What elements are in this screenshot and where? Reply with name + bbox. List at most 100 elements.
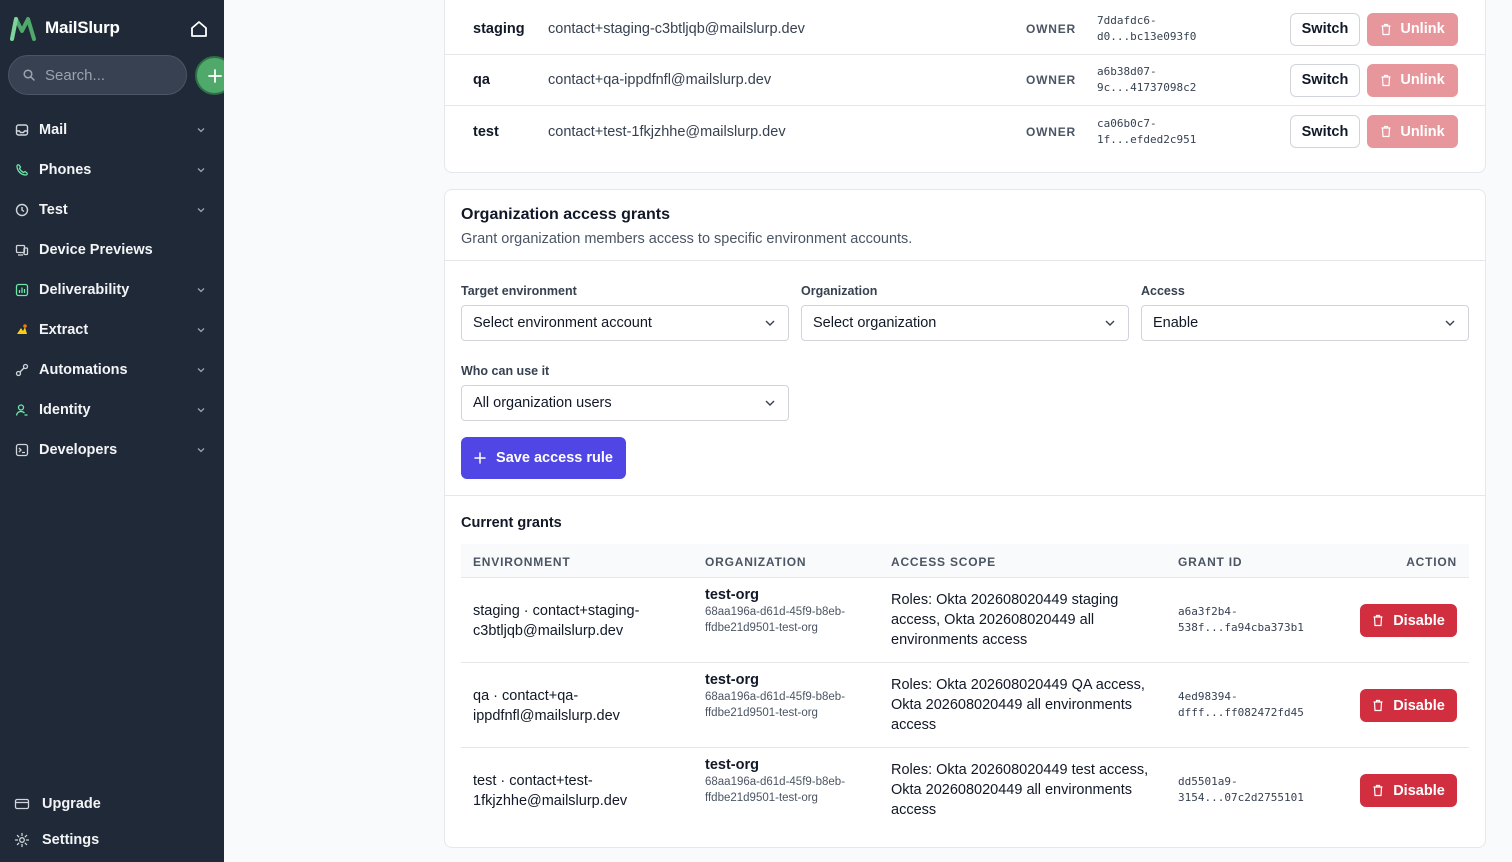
- section-title: Organization access grants: [461, 206, 670, 223]
- account-role: OWNER: [1026, 73, 1076, 87]
- app-name: MailSlurp: [45, 18, 120, 37]
- switch-button[interactable]: Switch: [1290, 115, 1360, 148]
- trash-icon: [1373, 614, 1383, 627]
- account-email: contact+test-1fkjzhhe@mailslurp.dev: [548, 123, 786, 140]
- sidebar-footer: Upgrade Settings: [0, 786, 224, 858]
- switch-button[interactable]: Switch: [1290, 63, 1360, 97]
- unlink-button[interactable]: Unlink: [1367, 63, 1458, 97]
- access-select[interactable]: Enable: [1141, 305, 1469, 341]
- user-icon: [14, 402, 30, 418]
- column-header-organization: ORGANIZATION: [705, 555, 807, 569]
- chevron-down-icon: [1445, 320, 1455, 326]
- who-can-use-label: Who can use it: [461, 364, 550, 378]
- grant-id-line1: dd5501a9-: [1178, 775, 1238, 788]
- grant-id: dd5501a9- 3154...07c2d2755101: [1178, 774, 1328, 806]
- sidebar-item-upgrade[interactable]: Upgrade: [0, 786, 224, 822]
- sidebar-item-phones[interactable]: Phones: [0, 150, 224, 190]
- chevron-down-icon: [197, 168, 205, 173]
- account-id: 7ddafdc6- d0...bc13e093f0: [1097, 13, 1217, 45]
- sidebar-item-automations[interactable]: Automations: [0, 350, 224, 390]
- org-name: test-org: [705, 672, 759, 688]
- sidebar-item-test[interactable]: Test: [0, 190, 224, 230]
- account-row: staging contact+staging-c3btljqb@mailslu…: [445, 4, 1485, 55]
- brand[interactable]: MailSlurp: [10, 14, 120, 42]
- grant-id-line2: 538f...fa94cba373b1: [1178, 621, 1304, 634]
- sidebar-item-label: Automations: [39, 362, 128, 378]
- unlink-label: Unlink: [1400, 21, 1445, 37]
- account-id-line1: a6b38d07-: [1097, 65, 1157, 78]
- account-row: qa contact+qa-ippdfnfl@mailslurp.dev OWN…: [445, 55, 1485, 106]
- grant-environment: qa · contact+qa-ippdfnfl@mailslurp.dev: [473, 688, 620, 724]
- disable-label: Disable: [1393, 612, 1445, 629]
- organization-access-grants-card: Organization access grants Grant organiz…: [444, 189, 1486, 848]
- grant-organization: test-org 68aa196a-d61d-45f9-b8eb-ffdbe21…: [705, 587, 865, 636]
- sidebar-item-label: Test: [39, 202, 68, 218]
- account-env: staging: [473, 21, 525, 37]
- disable-label: Disable: [1393, 782, 1445, 799]
- card-icon: [14, 798, 30, 810]
- grant-id: 4ed98394- dfff...ff082472fd45: [1178, 689, 1328, 721]
- account-id: a6b38d07- 9c...41737098c2: [1097, 64, 1217, 96]
- sidebar-item-label: Settings: [42, 832, 100, 848]
- sidebar-item-label: Mail: [39, 122, 68, 138]
- sidebar-item-extract[interactable]: Extract: [0, 310, 224, 350]
- sidebar-item-developers[interactable]: Developers: [0, 430, 224, 470]
- clock-icon: [14, 202, 30, 218]
- org-name: test-org: [705, 757, 759, 773]
- sidebar-item-mail[interactable]: Mail: [0, 110, 224, 150]
- account-id-line2: 1f...efded2c951: [1097, 132, 1197, 146]
- terminal-icon: [14, 442, 30, 458]
- current-grants-title: Current grants: [461, 515, 562, 531]
- org-name: test-org: [705, 587, 759, 603]
- plus-icon: [474, 452, 486, 464]
- sidebar-item-device-previews[interactable]: Device Previews: [0, 230, 224, 270]
- save-label: Save access rule: [496, 450, 613, 466]
- column-header-grant-id: GRANT ID: [1178, 555, 1243, 569]
- organization-select[interactable]: Select organization: [801, 305, 1129, 341]
- plus-icon: [207, 68, 222, 83]
- account-role: OWNER: [1026, 22, 1076, 36]
- account-email: contact+staging-c3btljqb@mailslurp.dev: [548, 21, 805, 37]
- account-id: ca06b0c7- 1f...efded2c951: [1097, 116, 1217, 148]
- disable-button[interactable]: Disable: [1360, 689, 1457, 722]
- account-env: qa: [473, 72, 490, 88]
- inbox-icon: [14, 122, 30, 138]
- account-row: test contact+test-1fkjzhhe@mailslurp.dev…: [445, 106, 1485, 157]
- environment-accounts-card: staging contact+staging-c3btljqb@mailslu…: [444, 0, 1486, 173]
- chevron-down-icon: [197, 448, 205, 453]
- grant-environment: staging · contact+staging-c3btljqb@mails…: [473, 603, 640, 639]
- target-environment-select[interactable]: Select environment account: [461, 305, 789, 341]
- disable-button[interactable]: Disable: [1360, 604, 1457, 637]
- unlink-button[interactable]: Unlink: [1367, 115, 1458, 148]
- switch-button[interactable]: Switch: [1290, 12, 1360, 46]
- account-id-line1: ca06b0c7-: [1097, 116, 1157, 130]
- who-can-use-select[interactable]: All organization users: [461, 385, 789, 421]
- sidebar: MailSlurp Mail Phones Test: [0, 0, 234, 862]
- search-box[interactable]: [8, 55, 187, 95]
- search-input[interactable]: [45, 66, 165, 84]
- home-icon[interactable]: [188, 18, 210, 40]
- column-header-access-scope: ACCESS SCOPE: [891, 555, 996, 569]
- chevron-down-icon: [197, 208, 205, 213]
- divider: [445, 495, 1485, 496]
- grant-id-line2: 3154...07c2d2755101: [1178, 791, 1304, 804]
- sidebar-item-label: Phones: [39, 162, 92, 178]
- grant-id-line1: a6a3f2b4-: [1178, 605, 1238, 618]
- trash-icon: [1373, 784, 1383, 797]
- sidebar-nav: Mail Phones Test Device Previews Deliver…: [0, 110, 224, 470]
- gear-icon: [14, 832, 30, 848]
- sidebar-item-deliverability[interactable]: Deliverability: [0, 270, 224, 310]
- grant-environment: test · contact+test-1fkjzhhe@mailslurp.d…: [473, 773, 628, 809]
- save-access-rule-button[interactable]: Save access rule: [461, 437, 626, 479]
- disable-button[interactable]: Disable: [1360, 774, 1457, 807]
- chevron-down-icon: [197, 408, 205, 413]
- unlink-button[interactable]: Unlink: [1367, 12, 1458, 46]
- chevron-down-icon: [197, 128, 205, 133]
- devices-icon: [14, 242, 30, 258]
- main-content: staging contact+staging-c3btljqb@mailslu…: [224, 0, 1512, 862]
- sidebar-item-settings[interactable]: Settings: [0, 822, 224, 858]
- chevron-down-icon: [197, 328, 205, 333]
- account-id-line2: 9c...41737098c2: [1097, 81, 1197, 94]
- sidebar-item-identity[interactable]: Identity: [0, 390, 224, 430]
- table-row: test · contact+test-1fkjzhhe@mailslurp.d…: [461, 748, 1469, 833]
